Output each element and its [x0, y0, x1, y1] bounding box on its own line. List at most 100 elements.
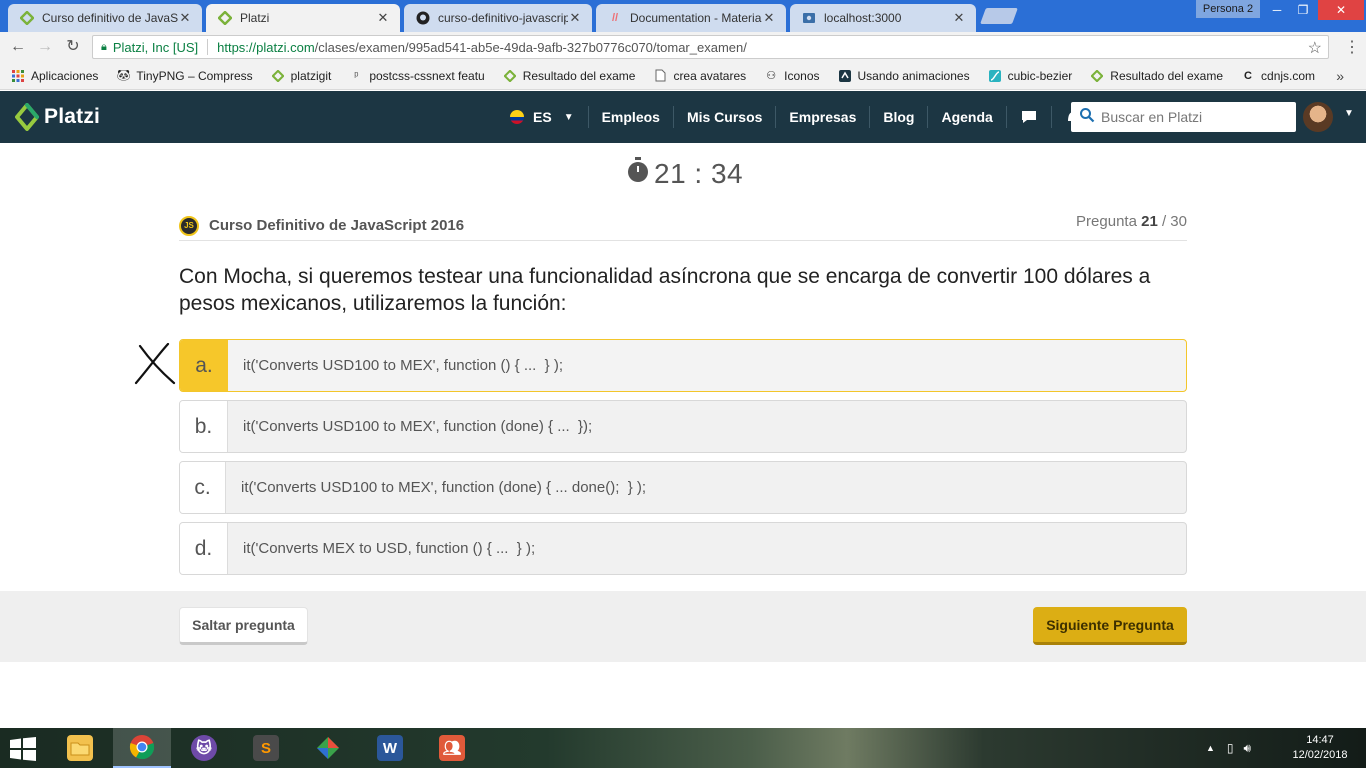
bookmark-resultado-2[interactable]: Resultado del exame — [1090, 69, 1223, 83]
option-letter: c. — [180, 462, 226, 513]
tab-close-icon[interactable]: ✕ — [376, 10, 390, 26]
bookmark-label: Iconos — [784, 68, 820, 83]
minimize-icon[interactable]: ─ — [1264, 0, 1290, 20]
colombia-flag-icon — [510, 110, 524, 124]
bookmark-iconos[interactable]: ⚇ Iconos — [764, 69, 819, 83]
search-input[interactable] — [1101, 109, 1286, 125]
binoculars-icon: ⚇ — [766, 70, 777, 82]
tablet-icon[interactable]: ▯ — [1227, 741, 1234, 755]
github-icon — [416, 11, 430, 25]
lock-icon: 🔒︎ — [101, 40, 107, 53]
search-box[interactable] — [1071, 102, 1296, 132]
bookmark-label: TinyPNG – Compress — [136, 68, 253, 83]
taskbar-word[interactable]: W — [361, 728, 419, 768]
answer-option-c[interactable]: c. it('Converts USD100 to MEX', function… — [179, 461, 1187, 514]
bezier-curve-icon — [988, 69, 1002, 83]
option-text: it('Converts USD100 to MEX', function (d… — [241, 479, 647, 496]
page-icon — [653, 69, 667, 83]
tab-github[interactable]: curso-definitivo-javascrip ✕ — [404, 4, 592, 32]
bookmark-avatares[interactable]: crea avatares — [653, 69, 746, 83]
chat-icon[interactable] — [1005, 106, 1051, 128]
new-tab-button[interactable] — [980, 8, 1018, 24]
chrome-icon — [129, 734, 155, 760]
tab-platzi[interactable]: Platzi ✕ — [206, 4, 400, 32]
taskbar-file-explorer[interactable] — [51, 728, 109, 768]
tab-close-icon[interactable]: ✕ — [952, 10, 966, 26]
nav-blog[interactable]: Blog — [869, 106, 927, 128]
taskbar-sourcetree[interactable] — [299, 728, 357, 768]
tab-title: Curso definitivo de JavaS — [42, 11, 178, 25]
bookmarks-bar: Aplicaciones 🐼︎ TinyPNG – Compress platz… — [0, 62, 1366, 90]
chevron-down-icon[interactable]: ▼ — [1344, 108, 1354, 119]
option-text: it('Converts MEX to USD, function () { .… — [243, 540, 536, 557]
people-icon: 👥︎ — [439, 735, 465, 761]
taskbar-github-desktop[interactable]: 🐱︎ — [175, 728, 233, 768]
option-text: it('Converts USD100 to MEX', function ()… — [243, 357, 564, 374]
bookmark-label: cdnjs.com — [1261, 68, 1316, 83]
bookmark-cdnjs[interactable]: C cdnjs.com — [1241, 69, 1315, 83]
bookmarks-overflow-button[interactable]: » — [1336, 68, 1344, 84]
windows-start-icon[interactable] — [8, 737, 38, 761]
browser-menu-icon[interactable]: ⋮ — [1344, 37, 1360, 57]
taskbar-people[interactable]: 👥︎ — [423, 728, 481, 768]
volume-icon[interactable]: 🔊︎ — [1244, 741, 1252, 756]
chevron-up-icon[interactable]: ▲ — [1206, 743, 1215, 753]
tab-curso-definitivo[interactable]: Curso definitivo de JavaS ✕ — [8, 4, 202, 32]
logo-text: Platzi — [44, 105, 101, 128]
bookmark-label: crea avatares — [673, 68, 747, 83]
window-close-icon[interactable]: ✕ — [1318, 0, 1364, 20]
url-input[interactable]: 🔒︎ Platzi, Inc [US] https://platzi.com/c… — [92, 35, 1329, 59]
exam-footer: Saltar pregunta Siguiente Pregunta — [0, 591, 1366, 662]
skip-question-button[interactable]: Saltar pregunta — [179, 607, 308, 645]
nav-mis-cursos[interactable]: Mis Cursos — [672, 106, 775, 128]
secure-origin-label: Platzi, Inc [US] — [112, 39, 199, 55]
tab-localhost[interactable]: localhost:3000 ✕ — [790, 4, 976, 32]
javascript-badge-icon: JS — [179, 215, 199, 236]
tab-title: localhost:3000 — [824, 11, 902, 25]
tab-close-icon[interactable]: ✕ — [568, 10, 582, 26]
bookmark-star-icon[interactable]: ☆ — [1308, 38, 1322, 58]
bookmark-tinypng[interactable]: 🐼︎ TinyPNG – Compress — [116, 69, 252, 83]
bookmark-label: Usando animaciones — [857, 68, 970, 83]
nav-empleos[interactable]: Empleos — [587, 106, 673, 128]
nav-agenda[interactable]: Agenda — [927, 106, 1005, 128]
language-selector[interactable]: ES ▼ — [510, 109, 588, 125]
bookmark-label: postcss-cssnext featu — [369, 68, 485, 83]
platzi-logo[interactable]: Platzi — [15, 103, 100, 131]
bookmark-label: cubic-bezier — [1007, 68, 1073, 83]
nav-empresas[interactable]: Empresas — [775, 106, 869, 128]
url-host: https://platzi.com — [217, 39, 315, 55]
platzi-favicon-icon — [1090, 69, 1104, 83]
clock-date: 12/02/2018 — [1292, 749, 1348, 761]
answer-option-b[interactable]: b. it('Converts USD100 to MEX', function… — [179, 400, 1187, 453]
taskbar-chrome[interactable] — [113, 728, 171, 768]
tab-close-icon[interactable]: ✕ — [762, 10, 776, 26]
course-bar: JS Curso Definitivo de JavaScript 2016 P… — [179, 211, 1187, 241]
answer-option-d[interactable]: d. it('Converts MEX to USD, function () … — [179, 522, 1187, 575]
bookmark-resultado-1[interactable]: Resultado del exame — [503, 69, 635, 83]
bookmark-platzigit[interactable]: platzigit — [271, 69, 331, 83]
reload-icon[interactable]: ↻ — [63, 37, 83, 57]
user-avatar[interactable] — [1303, 102, 1333, 132]
tab-documentation[interactable]: // Documentation - Materia ✕ — [596, 4, 786, 32]
back-arrow-icon[interactable]: ← — [8, 37, 28, 57]
taskbar-sublime-text[interactable]: S — [237, 728, 295, 768]
tab-close-icon[interactable]: ✕ — [178, 10, 192, 26]
profile-button[interactable]: Persona 2 — [1196, 0, 1260, 18]
site-header: Platzi ES ▼ Empleos Mis Cursos Empresas … — [0, 91, 1366, 143]
bookmark-apps[interactable]: Aplicaciones — [11, 69, 98, 83]
forward-arrow-icon[interactable]: → — [35, 37, 55, 57]
platzi-favicon-icon — [218, 11, 232, 25]
postcss-icon: ᵖ — [354, 69, 359, 82]
bookmark-cubic-bezier[interactable]: cubic-bezier — [988, 68, 1073, 83]
maximize-icon[interactable]: ❐ — [1290, 0, 1316, 20]
bookmark-postcss[interactable]: ᵖ postcss-cssnext featu — [349, 69, 484, 83]
tab-title: Documentation - Materia — [630, 11, 762, 25]
next-question-button[interactable]: Siguiente Pregunta — [1033, 607, 1187, 645]
system-clock[interactable]: 14:47 12/02/2018 — [1282, 733, 1358, 763]
bookmark-label: Resultado del exame — [1110, 68, 1224, 83]
bookmark-animaciones[interactable]: Usando animaciones — [838, 69, 970, 83]
page-icon — [802, 11, 816, 25]
answer-option-a[interactable]: a. it('Converts USD100 to MEX', function… — [179, 339, 1187, 392]
course-title: Curso Definitivo de JavaScript 2016 — [209, 217, 465, 234]
